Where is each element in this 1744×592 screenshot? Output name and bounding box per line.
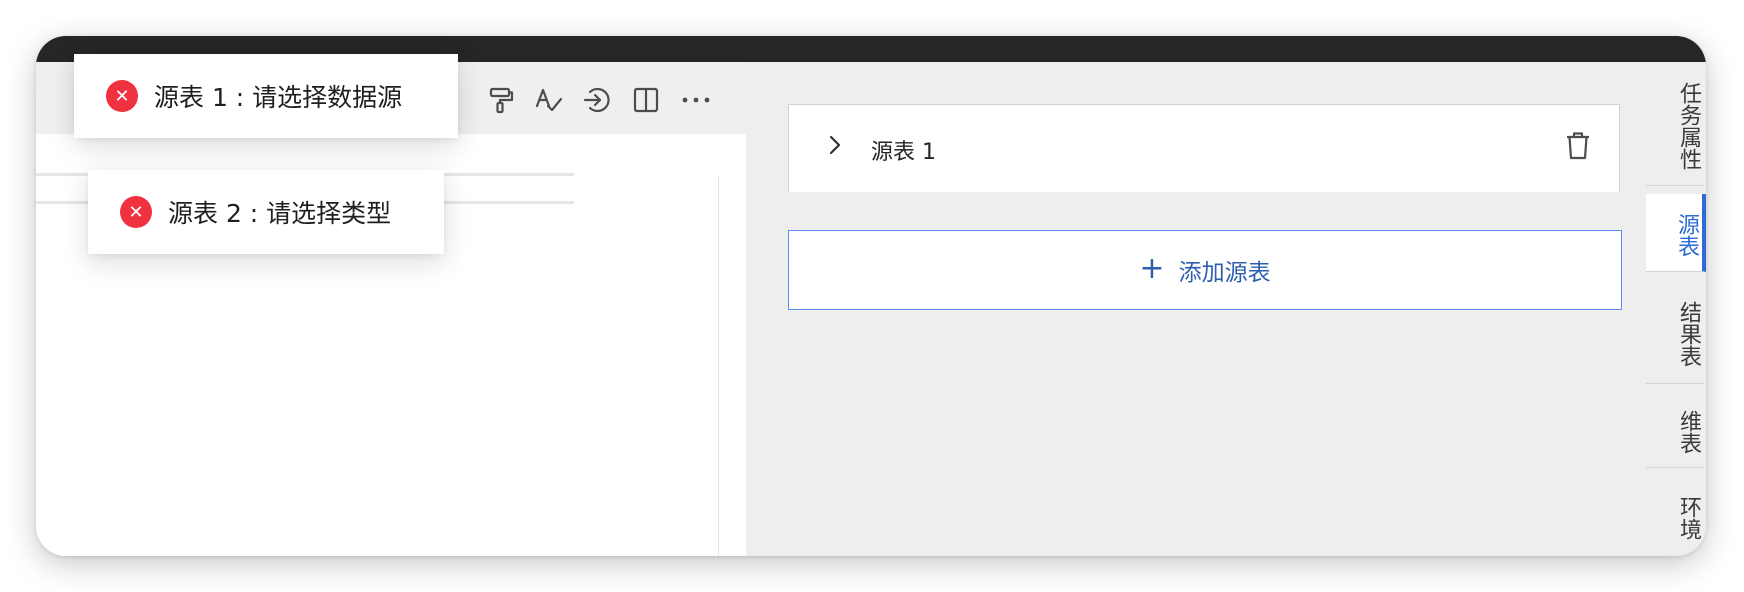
side-tab-bar: 任务属性 源表 结果表 维表 环境 [1646,62,1706,556]
plus-icon: + [1139,250,1165,286]
tab-result-table[interactable]: 结果表 [1646,280,1704,384]
split-view-icon[interactable] [630,84,662,116]
add-source-table-button[interactable]: + 添加源表 [788,230,1622,310]
error-circle-icon[interactable]: ✕ [120,196,152,228]
format-painter-icon[interactable] [485,84,517,116]
toast-message: 源表 1 : 请选择数据源 [154,83,403,112]
error-toast: ✕ 源表 1 : 请选择数据源 [74,54,458,138]
chevron-right-icon[interactable] [823,133,847,157]
toast-message: 源表 2 : 请选择类型 [168,199,392,228]
import-icon[interactable] [581,84,613,116]
source-table-card[interactable]: 源表 1 [788,104,1620,192]
spell-check-icon[interactable] [533,84,565,116]
tab-dimension-table[interactable]: 维表 [1646,392,1704,468]
add-source-table-label: 添加源表 [1178,260,1271,286]
trash-icon[interactable] [1561,129,1595,163]
editor-gutter [719,176,746,556]
error-toast: ✕ 源表 2 : 请选择类型 [88,170,444,254]
source-table-panel: 源表 1 + 添加源表 [746,62,1646,556]
tab-environment[interactable]: 环境 [1646,476,1704,556]
more-icon[interactable] [680,84,712,116]
tab-source-table[interactable]: 源表 [1646,194,1706,272]
error-circle-icon[interactable]: ✕ [106,80,138,112]
source-table-title: 源表 1 [871,140,936,165]
tab-task-properties[interactable]: 任务属性 [1646,62,1704,186]
